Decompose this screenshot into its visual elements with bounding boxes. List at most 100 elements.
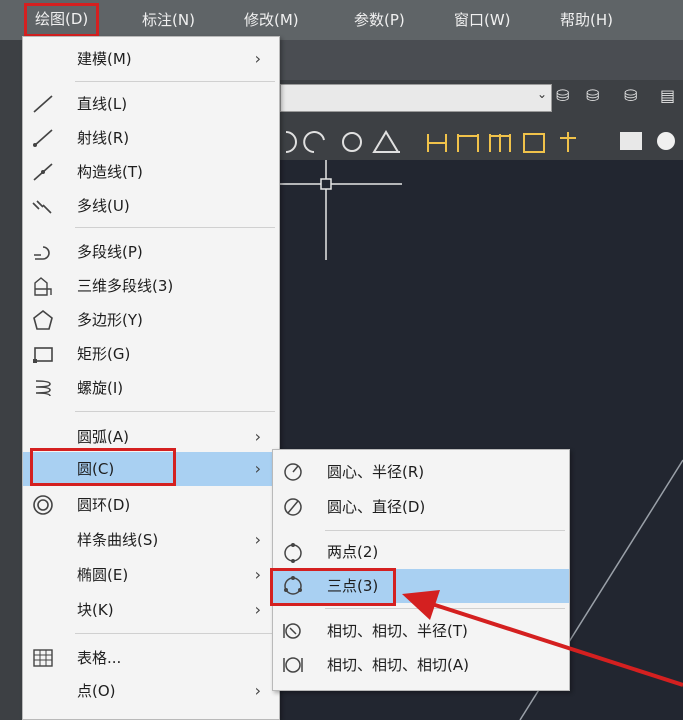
separator [75,227,275,228]
menu-item-modeling[interactable]: 建模(M) › [23,42,279,76]
menu-item-label: 多边形(Y) [77,311,143,329]
submenu-item-2point[interactable]: 两点(2) [273,535,569,569]
menu-item-donut[interactable]: 圆环(D) [23,488,279,522]
dim-tool-icon [457,134,479,152]
separator [325,608,565,609]
menu-bar: 绘图(D) 标注(N) 修改(M) 参数(P) 窗口(W) 帮助(H) [0,0,683,40]
submenu-item-label: 两点(2) [327,543,379,561]
menu-item-label: 射线(R) [77,129,130,147]
polygon-tool-icon [372,130,400,153]
chevron-right-icon: › [254,459,261,478]
menu-item-spline[interactable]: 样条曲线(S) › [23,523,279,557]
construction-line-icon [33,163,53,181]
menu-item-label: 表格... [77,649,122,667]
menu-item-rectangle[interactable]: 矩形(G) [23,337,279,371]
submenu-item-label: 相切、相切、相切(A) [327,656,469,674]
chevron-right-icon: › [254,427,261,446]
dim-tool-icon [489,134,511,152]
chevron-right-icon: › [254,565,261,584]
menu-parameter[interactable]: 参数(P) [346,6,413,34]
menu-modify[interactable]: 修改(M) [236,6,307,34]
separator [75,633,275,634]
menu-item-label: 矩形(G) [77,345,131,363]
3d-polyline-icon [34,277,52,296]
dim-tool-icon [560,132,576,152]
separator [325,530,565,531]
ray-icon [33,129,53,147]
circle-ttr-icon [283,623,301,639]
arc-tool-icon [285,131,297,153]
menu-item-ray[interactable]: 射线(R) [23,121,279,155]
menu-item-label: 三维多段线(3) [77,277,174,295]
annotation-highlight-box [270,568,396,606]
menu-item-label: 建模(M) [77,50,132,68]
menu-item-helix[interactable]: 螺旋(I) [23,371,279,405]
menu-item-label: 构造线(T) [77,163,143,181]
menu-item-polyline[interactable]: 多段线(P) [23,235,279,269]
submenu-item-center-diameter[interactable]: 圆心、直径(D) [273,490,569,524]
menu-item-point[interactable]: 点(O) › [23,674,279,708]
menu-item-table[interactable]: 表格... [23,641,279,675]
menu-item-multiline[interactable]: 多线(U) [23,189,279,223]
add-tool-icon [657,132,675,150]
menu-item-label: 点(O) [77,682,116,700]
circle-tool-icon [342,132,362,152]
menu-dimension[interactable]: 标注(N) [134,6,203,34]
menu-window[interactable]: 窗口(W) [446,6,519,34]
draw-toolbar [285,130,675,153]
toolbar-strip [280,40,683,80]
chevron-right-icon: › [254,49,261,68]
chevron-right-icon: › [254,600,261,619]
helix-icon [35,380,51,397]
crosshair-cursor [280,160,402,260]
tool-icon [620,132,642,150]
circle-ttt-icon [283,657,303,673]
line-icon [33,95,53,113]
submenu-item-ttt[interactable]: 相切、相切、相切(A) [273,648,569,682]
menu-item-label: 直线(L) [77,95,128,113]
layer-combo[interactable]: ⌄ [280,84,552,112]
menu-item-ellipse[interactable]: 椭圆(E) › [23,558,279,592]
menu-item-3d-polyline[interactable]: 三维多段线(3) [23,269,279,303]
menu-item-label: 螺旋(I) [77,379,124,397]
circle-2point-icon [284,543,302,563]
submenu-item-label: 相切、相切、半径(T) [327,622,468,640]
chevron-right-icon: › [254,530,261,549]
menu-help[interactable]: 帮助(H) [552,6,621,34]
menu-item-line[interactable]: 直线(L) [23,87,279,121]
menu-item-label: 多线(U) [77,197,130,215]
layer-tool-icon[interactable]: ⛁ [624,86,637,106]
draw-menu: 建模(M) › 直线(L) 射线(R) 构造线(T) 多线(U) 多段线(P) … [22,36,280,720]
rectangle-icon [33,347,53,363]
separator [75,81,275,82]
menu-item-label: 样条曲线(S) [77,531,159,549]
chevron-right-icon: › [254,681,261,700]
layer-tool-icon[interactable]: ⛁ [586,86,599,106]
left-toolbar-strip [0,40,22,720]
dim-tool-icon [427,134,447,152]
arc-tool-icon [303,131,325,153]
menu-draw[interactable]: 绘图(D) [24,3,100,37]
submenu-item-ttr[interactable]: 相切、相切、半径(T) [273,614,569,648]
menu-item-polygon[interactable]: 多边形(Y) [23,303,279,337]
menu-item-label: 椭圆(E) [77,566,129,584]
annotation-highlight-box [30,448,176,486]
donut-icon [33,495,53,515]
menu-item-label: 多段线(P) [77,243,143,261]
circle-center-radius-icon [284,463,302,481]
layer-tool-icon[interactable]: ⛁ [556,86,569,106]
menu-item-label: 圆环(D) [77,496,131,514]
submenu-item-center-radius[interactable]: 圆心、半径(R) [273,455,569,489]
submenu-item-label: 圆心、半径(R) [327,463,425,481]
multiline-icon [32,200,52,214]
menu-item-block[interactable]: 块(K) › [23,593,279,627]
layer-tool-icon[interactable]: ▤ [660,86,675,106]
menu-item-construction-line[interactable]: 构造线(T) [23,155,279,189]
submenu-item-label: 圆心、直径(D) [327,498,426,516]
menu-item-label: 块(K) [77,601,114,619]
dim-tool-icon [523,133,545,153]
table-icon [33,649,53,667]
polyline-icon [34,246,50,260]
chevron-down-icon[interactable]: ⌄ [537,87,547,101]
polygon-icon [33,309,53,330]
